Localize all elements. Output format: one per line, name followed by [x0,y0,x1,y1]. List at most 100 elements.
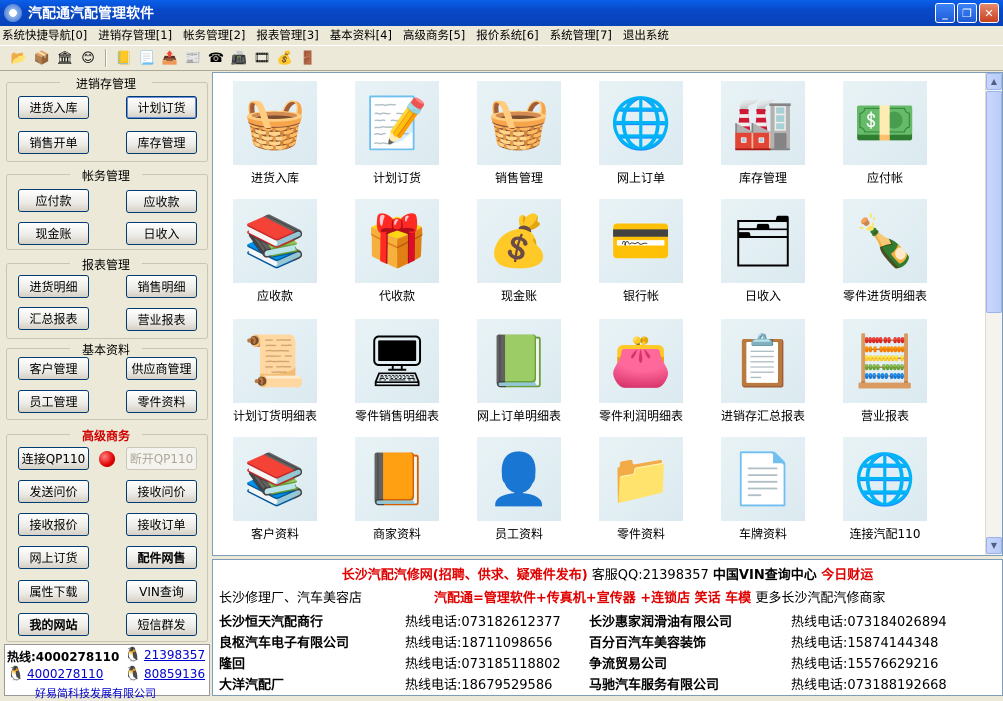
receive-quote-button[interactable]: 接收报价 [18,513,89,536]
film-icon[interactable]: 🎞 [253,49,271,67]
daily-income-button[interactable]: 日收入 [126,222,197,245]
ad-link[interactable]: 笑话 车模 [690,591,752,606]
phone-link[interactable]: 4000278110 [27,667,103,681]
exit-door-icon[interactable]: 🚪 [299,49,317,67]
plan-order-button[interactable]: 计划订货 [126,96,197,119]
parts-online-sale-button[interactable]: 配件网售 [126,546,197,569]
merchant-name[interactable]: 良枢汽车电子有限公司 [219,632,349,651]
menu-item[interactable]: 报表管理[3] [256,27,318,43]
menu-item[interactable]: 高级商务[5] [403,27,465,43]
close-button[interactable]: ✕ [979,3,999,23]
supplier-mgmt-button[interactable]: 供应商管理 [126,357,197,380]
receive-order-button[interactable]: 接收订单 [126,513,197,536]
merchant-name[interactable]: 马驰汽车服务有限公司 [589,674,719,693]
bank-icon[interactable]: 🏛 [56,49,74,67]
payable-button[interactable]: 应付款 [18,189,89,212]
module-icon-tile[interactable]: 💰 现金账 [463,199,575,317]
sales-button[interactable]: 销售开单 [18,131,89,154]
fax-icon[interactable]: 📠 [230,49,248,67]
scroll-up-icon[interactable]: ▲ [986,73,1002,90]
module-icon-tile[interactable]: 📄 车牌资料 [707,437,819,555]
money-bag-icon[interactable]: 💰 [276,49,294,67]
module-icon-tile[interactable]: 🍾 零件进货明细表 [829,199,941,317]
module-icon-tile[interactable]: 🧺 进货入库 [219,81,331,199]
phone-icon[interactable]: ☎ [207,49,225,67]
merchant-name[interactable]: 百分百汽车美容装饰 [589,632,706,651]
menu-item[interactable]: 系统管理[7] [550,27,612,43]
cash-button[interactable]: 现金账 [18,222,89,245]
module-icon-tile[interactable]: 📋 进销存汇总报表 [707,319,819,437]
vin-link[interactable]: 中国VIN查询中心 [713,568,817,583]
module-icon-tile[interactable]: 📜 计划订货明细表 [219,319,331,437]
module-icon-tile[interactable]: 🧺 销售管理 [463,81,575,199]
module-icon-tile[interactable]: 🖥 零件销售明细表 [341,319,453,437]
ad-slogan[interactable]: 汽配通=管理软件+传真机+宣传器 +连锁店 [434,591,690,606]
purchase-in-button[interactable]: 进货入库 [18,96,89,119]
sales-detail-button[interactable]: 销售明细 [126,275,197,298]
module-icon-tile[interactable]: 🏭 库存管理 [707,81,819,199]
folder-open-icon[interactable]: 📂 [10,49,28,67]
online-order-button[interactable]: 网上订货 [18,546,89,569]
ad-link[interactable]: 更多长沙汽配汽修商家 [751,591,885,606]
module-icon: 📗 [477,319,561,403]
module-icon-tile[interactable]: 📚 客户资料 [219,437,331,555]
package-icon[interactable]: 📦 [33,49,51,67]
module-icon-tile[interactable]: 💳 银行帐 [585,199,697,317]
merchant-name[interactable]: 隆回 [219,653,245,672]
module-icon-tile[interactable]: 👤 员工资料 [463,437,575,555]
menu-item[interactable]: 帐务管理[2] [183,27,245,43]
scroll-thumb[interactable] [986,91,1002,313]
ledger-icon[interactable]: 📰 [184,49,202,67]
disconnect-qp110-button[interactable]: 断开QP110 [126,447,197,470]
sms-broadcast-button[interactable]: 短信群发 [126,613,197,636]
customer-mgmt-button[interactable]: 客户管理 [18,357,89,380]
parts-data-button[interactable]: 零件资料 [126,390,197,413]
module-icon-tile[interactable]: 🧮 营业报表 [829,319,941,437]
connect-qp110-button[interactable]: 连接QP110 [18,447,89,470]
menu-item[interactable]: 退出系统 [623,27,669,43]
send-inquiry-button[interactable]: 发送问价 [18,480,89,503]
ad-link[interactable]: 长沙汽配汽修网(招聘、供求、疑难件发布) [342,568,588,583]
module-icon-tile[interactable]: 📙 商家资料 [341,437,453,555]
purchase-detail-button[interactable]: 进货明细 [18,275,89,298]
vertical-scrollbar[interactable]: ▲ ▼ [985,73,1002,555]
staff-mgmt-button[interactable]: 员工管理 [18,390,89,413]
minimize-button[interactable]: _ [935,3,955,23]
vin-query-button[interactable]: VIN查询 [126,580,197,603]
maximize-button[interactable]: ❐ [957,3,977,23]
module-icon-tile[interactable]: 👛 零件利润明细表 [585,319,697,437]
receivable-button[interactable]: 应收款 [126,190,197,213]
merchant-name[interactable]: 争流贸易公司 [589,653,667,672]
inventory-button[interactable]: 库存管理 [126,131,197,154]
receive-inquiry-button[interactable]: 接收问价 [126,480,197,503]
module-icon-tile[interactable]: 📝 计划订货 [341,81,453,199]
menu-item[interactable]: 报价系统[6] [476,27,538,43]
merchant-name[interactable]: 长沙恒天汽配商行 [219,611,323,630]
business-report-button[interactable]: 营业报表 [126,308,197,331]
smiley-icon[interactable]: 😊 [79,49,97,67]
module-icon-tile[interactable]: 📁 零件资料 [585,437,697,555]
module-icon-tile[interactable]: 📗 网上订单明细表 [463,319,575,437]
module-icon-tile[interactable]: 🌐 连接汽配110 [829,437,941,555]
menu-item[interactable]: 系统快捷导航[0] [2,27,87,43]
document-icon[interactable]: 📃 [138,49,156,67]
module-icon-tile[interactable]: 🎁 代收款 [341,199,453,317]
news-link[interactable]: 今日财运 [817,568,873,583]
qq-link[interactable]: 80859136 [144,667,205,681]
merchant-name[interactable]: 大洋汽配厂 [219,674,284,693]
merchant-name[interactable]: 长沙惠家润滑油有限公司 [589,611,732,630]
menu-item[interactable]: 进销存管理[1] [98,27,172,43]
dispatch-icon[interactable]: 📤 [161,49,179,67]
summary-report-button[interactable]: 汇总报表 [18,307,89,330]
menu-item[interactable]: 基本资料[4] [330,27,392,43]
ad-link[interactable]: 长沙修理厂、汽车美容店 [219,591,362,606]
module-icon-tile[interactable]: 💵 应付帐 [829,81,941,199]
module-icon-tile[interactable]: 🗂 日收入 [707,199,819,317]
scroll-down-icon[interactable]: ▼ [986,537,1002,554]
module-icon-tile[interactable]: 🌐 网上订单 [585,81,697,199]
my-website-button[interactable]: 我的网站 [18,613,89,636]
book-icon[interactable]: 📒 [115,49,133,67]
module-icon-tile[interactable]: 📚 应收款 [219,199,331,317]
attribute-download-button[interactable]: 属性下载 [18,580,89,603]
qq-link[interactable]: 21398357 [144,648,205,662]
